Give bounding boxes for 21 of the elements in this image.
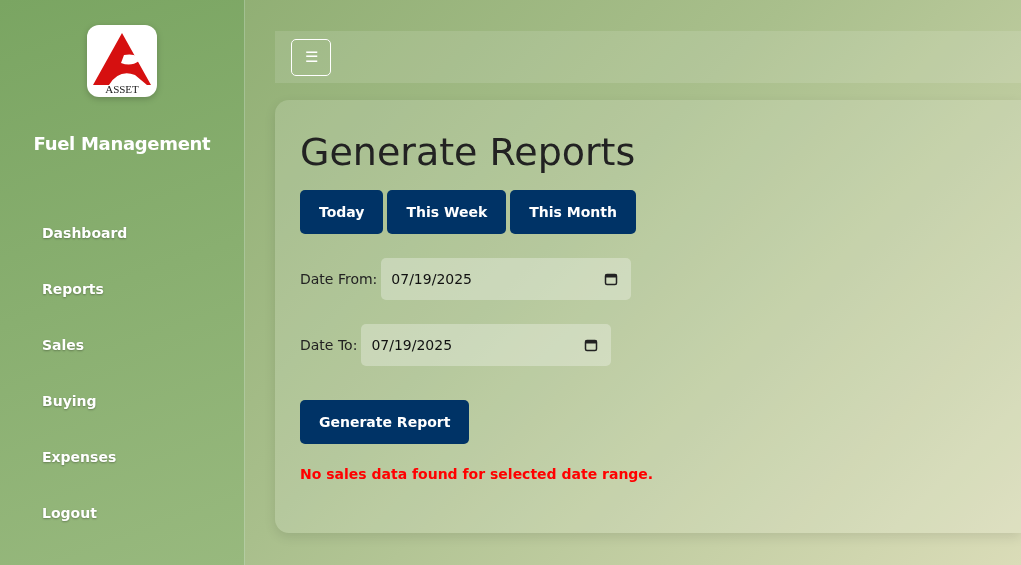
nav-link[interactable]: Dashboard (42, 222, 128, 244)
nav-link[interactable]: Reports (42, 278, 104, 300)
field-label: Date From: (300, 271, 378, 287)
range-button[interactable]: This Week (387, 190, 507, 234)
nav-link[interactable]: Expenses (42, 446, 117, 468)
nav-link[interactable]: Buying (42, 390, 97, 412)
nav-link[interactable]: Logout (42, 502, 97, 524)
range-button[interactable]: Today (300, 190, 384, 234)
app-title: Fuel Management (33, 133, 211, 154)
menu-button[interactable]: ☰ (291, 38, 331, 76)
generate-report-button[interactable]: Generate Report (300, 400, 470, 444)
error-message: No sales data found for selected date range. (300, 466, 654, 482)
date-field[interactable]: 07/19/2025 (381, 258, 632, 300)
logo-icon: ASSET (87, 25, 157, 97)
calendar-icon[interactable] (584, 338, 599, 352)
calendar-icon[interactable] (604, 272, 619, 286)
nav-link[interactable]: Sales (42, 334, 85, 356)
range-button[interactable]: This Month (510, 190, 636, 234)
date-field[interactable]: 07/19/2025 (361, 324, 612, 366)
page-title: Generate Reports (300, 129, 636, 176)
field-label: Date To: (300, 337, 358, 353)
